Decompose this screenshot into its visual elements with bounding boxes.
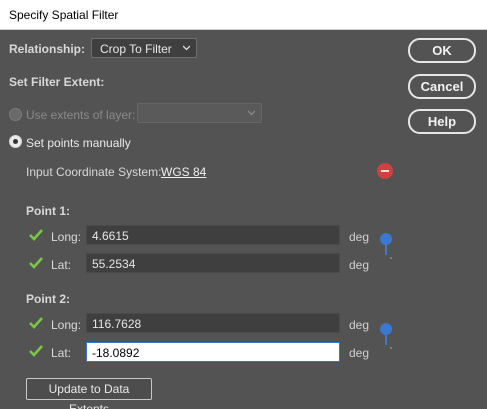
point1-lat-unit: deg [349, 258, 370, 272]
point1-long-input[interactable]: 4.6615 [86, 225, 340, 245]
set-points-label: Set points manually [26, 136, 131, 150]
point2-long-input[interactable]: 116.7628 [86, 313, 340, 333]
point1-lat-label: Lat: [51, 258, 72, 272]
coord-system-label: Input Coordinate System: [26, 165, 162, 179]
checkmark-icon [29, 317, 43, 329]
use-extents-radio[interactable] [9, 108, 22, 121]
map-pin-icon[interactable] [378, 322, 394, 350]
chevron-down-icon [248, 110, 255, 116]
relationship-value: Crop To Filter [100, 42, 172, 56]
remove-icon[interactable] [377, 163, 393, 179]
set-points-radio[interactable] [9, 135, 22, 148]
relationship-label: Relationship: [9, 42, 86, 56]
relationship-dropdown[interactable]: Crop To Filter [91, 38, 197, 58]
dialog-body: Relationship: Crop To Filter OK Cancel H… [0, 30, 487, 409]
set-filter-extent-heading: Set Filter Extent: [9, 75, 105, 89]
checkmark-icon [29, 345, 43, 357]
help-button[interactable]: Help [408, 109, 476, 134]
chevron-down-icon [183, 45, 190, 51]
cancel-button[interactable]: Cancel [408, 74, 476, 99]
map-pin-icon[interactable] [378, 232, 394, 260]
window-title: Specify Spatial Filter [9, 8, 119, 22]
point1-long-unit: deg [349, 230, 370, 244]
coord-system-link[interactable]: WGS 84 [161, 165, 206, 179]
layer-dropdown[interactable] [137, 103, 262, 123]
point1-lat-input[interactable]: 55.2534 [86, 253, 340, 273]
point2-heading: Point 2: [26, 292, 70, 306]
ok-button[interactable]: OK [408, 38, 476, 63]
point2-lat-input[interactable]: -18.0892 [86, 342, 340, 362]
point2-long-label: Long: [51, 318, 82, 332]
checkmark-icon [29, 229, 43, 241]
update-to-data-extents-button[interactable]: Update to Data Extents [26, 378, 152, 409]
point2-lat-unit: deg [349, 346, 370, 360]
use-extents-label: Use extents of layer: [26, 108, 136, 122]
point1-heading: Point 1: [26, 204, 70, 218]
point1-long-label: Long: [51, 230, 82, 244]
point2-long-unit: deg [349, 318, 370, 332]
point2-lat-label: Lat: [51, 346, 72, 360]
title-bar: Specify Spatial Filter [0, 0, 487, 30]
checkmark-icon [29, 257, 43, 269]
